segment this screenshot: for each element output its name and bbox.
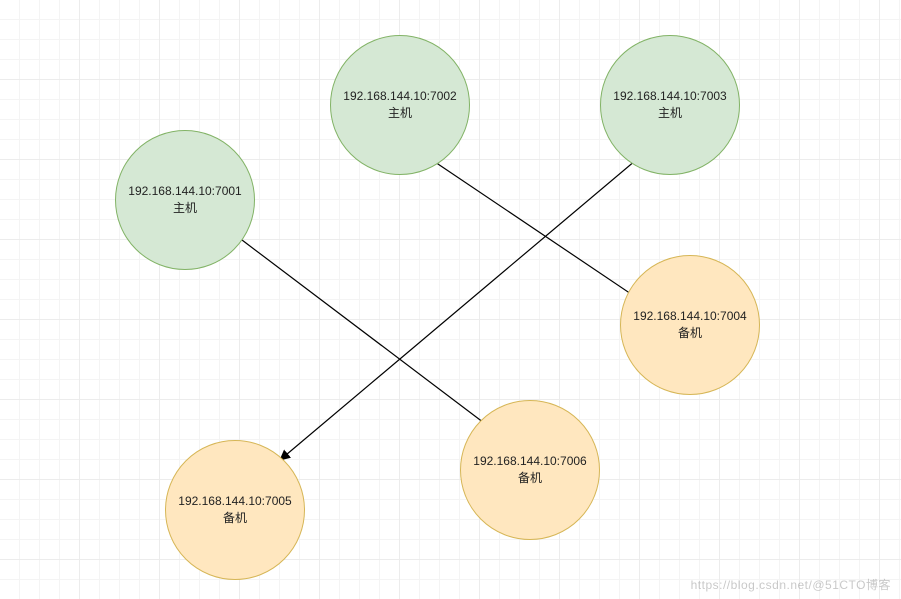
- node-ip: 192.168.144.10:7005: [178, 493, 291, 510]
- node-role: 主机: [173, 200, 197, 217]
- node-7001[interactable]: 192.168.144.10:7001 主机: [115, 130, 255, 270]
- node-ip: 192.168.144.10:7006: [473, 453, 586, 470]
- node-ip: 192.168.144.10:7004: [633, 308, 746, 325]
- node-ip: 192.168.144.10:7003: [613, 88, 726, 105]
- diagram-canvas: 192.168.144.10:7001 主机 192.168.144.10:70…: [0, 0, 901, 599]
- node-7002[interactable]: 192.168.144.10:7002 主机: [330, 35, 470, 175]
- node-role: 备机: [678, 325, 702, 342]
- node-7003[interactable]: 192.168.144.10:7003 主机: [600, 35, 740, 175]
- edge-7003-7005: [280, 155, 642, 460]
- node-role: 备机: [518, 470, 542, 487]
- node-role: 备机: [223, 510, 247, 527]
- node-ip: 192.168.144.10:7001: [128, 183, 241, 200]
- node-role: 主机: [658, 105, 682, 122]
- edge-7002-7004: [432, 160, 640, 300]
- node-7004[interactable]: 192.168.144.10:7004 备机: [620, 255, 760, 395]
- node-ip: 192.168.144.10:7002: [343, 88, 456, 105]
- edge-7001-7006: [242, 240, 500, 435]
- node-role: 主机: [388, 105, 412, 122]
- node-7006[interactable]: 192.168.144.10:7006 备机: [460, 400, 600, 540]
- node-7005[interactable]: 192.168.144.10:7005 备机: [165, 440, 305, 580]
- watermark-text: https://blog.csdn.net/@51CTO博客: [691, 576, 891, 593]
